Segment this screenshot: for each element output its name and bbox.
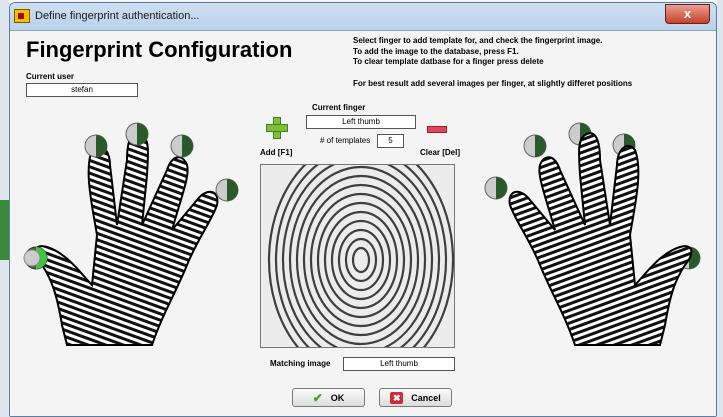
matching-image-field: Left thumb [343, 357, 455, 371]
fingerprint-dialog: Define fingerprint authentication... x F… [9, 2, 717, 417]
desktop-background-right [717, 0, 723, 417]
add-button[interactable]: Add [F1] [260, 148, 292, 157]
finger-left-ring[interactable] [125, 122, 149, 146]
clear-button[interactable]: Clear [Del] [420, 148, 460, 157]
app-icon [14, 9, 30, 23]
fingerprint-pattern [261, 138, 455, 382]
check-icon: ✔ [312, 390, 323, 405]
close-button[interactable]: x [665, 4, 710, 24]
cancel-button[interactable]: ✖ Cancel [379, 388, 452, 407]
finger-left-little[interactable] [84, 134, 108, 158]
right-hand-image [508, 132, 693, 346]
minus-icon[interactable] [427, 126, 447, 133]
templates-count-label: # of templates [320, 136, 371, 145]
plus-icon[interactable] [266, 117, 288, 139]
current-finger-label: Current finger [312, 103, 366, 112]
finger-left-index[interactable] [215, 178, 239, 202]
ok-button-label: OK [330, 392, 345, 403]
cancel-button-label: Cancel [411, 392, 441, 403]
finger-left-thumb[interactable] [23, 246, 48, 270]
desktop-background-accent [0, 200, 9, 260]
matching-image-label: Matching image [270, 359, 331, 368]
window-title: Define fingerprint authentication... [35, 10, 200, 22]
x-icon: ✖ [390, 391, 404, 404]
ok-button[interactable]: ✔ OK [292, 388, 365, 407]
templates-count-field: 5 [377, 134, 404, 148]
dialog-panel: Fingerprint Configuration Select finger … [10, 31, 716, 416]
current-finger-field: Left thumb [306, 115, 416, 129]
finger-left-middle[interactable] [170, 134, 194, 158]
fingerprint-image [260, 138, 455, 382]
title-bar: Define fingerprint authentication... x [10, 3, 716, 31]
